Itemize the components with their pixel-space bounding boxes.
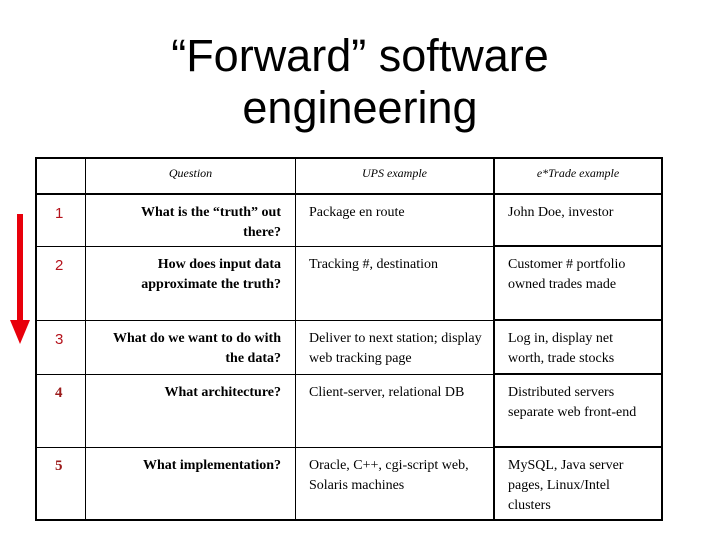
row-number-cell: 4 [35, 373, 86, 448]
etrade-example-cell: Log in, display net worth, trade stocks [493, 319, 663, 375]
table-row: 5 What implementation? Oracle, C++, cgi-… [35, 446, 663, 521]
header-cell-index [35, 157, 86, 195]
row-number-cell: 3 [35, 319, 86, 375]
table-row: 4 What architecture? Client-server, rela… [35, 373, 663, 448]
etrade-example-cell: Distributed servers separate web front-e… [493, 373, 663, 448]
etrade-example-cell: John Doe, investor [493, 193, 663, 247]
question-cell: What is the “truth” out there? [85, 193, 296, 247]
ups-example-cell: Tracking #, destination [295, 245, 495, 321]
table-header-row: Question UPS example e*Trade example [35, 157, 663, 195]
ups-example-cell: Oracle, C++, cgi-script web, Solaris mac… [295, 446, 495, 521]
question-cell: What implementation? [85, 446, 296, 521]
question-cell: What architecture? [85, 373, 296, 448]
etrade-example-cell: Customer # portfolio owned trades made [493, 245, 663, 321]
header-cell-question: Question [85, 157, 296, 195]
slide-title: “Forward” software engineering [0, 30, 720, 134]
header-cell-etrade: e*Trade example [493, 157, 663, 195]
slide-title-line-1: “Forward” software [171, 30, 549, 81]
down-arrow-icon [10, 214, 30, 344]
slide-title-line-2: engineering [242, 82, 478, 133]
ups-example-cell: Client-server, relational DB [295, 373, 495, 448]
question-cell: How does input data approximate the trut… [85, 245, 296, 321]
ups-example-cell: Deliver to next station; display web tra… [295, 319, 495, 375]
row-number-cell: 2 [35, 245, 86, 321]
comparison-table: Question UPS example e*Trade example 1 W… [35, 157, 663, 521]
table-row: 2 How does input data approximate the tr… [35, 245, 663, 321]
table-row: 1 What is the “truth” out there? Package… [35, 193, 663, 247]
question-cell: What do we want to do with the data? [85, 319, 296, 375]
row-number-cell: 1 [35, 193, 86, 247]
table-row: 3 What do we want to do with the data? D… [35, 319, 663, 375]
row-number-cell: 5 [35, 446, 86, 521]
etrade-example-cell: MySQL, Java server pages, Linux/Intel cl… [493, 446, 663, 521]
header-cell-ups: UPS example [295, 157, 495, 195]
ups-example-cell: Package en route [295, 193, 495, 247]
